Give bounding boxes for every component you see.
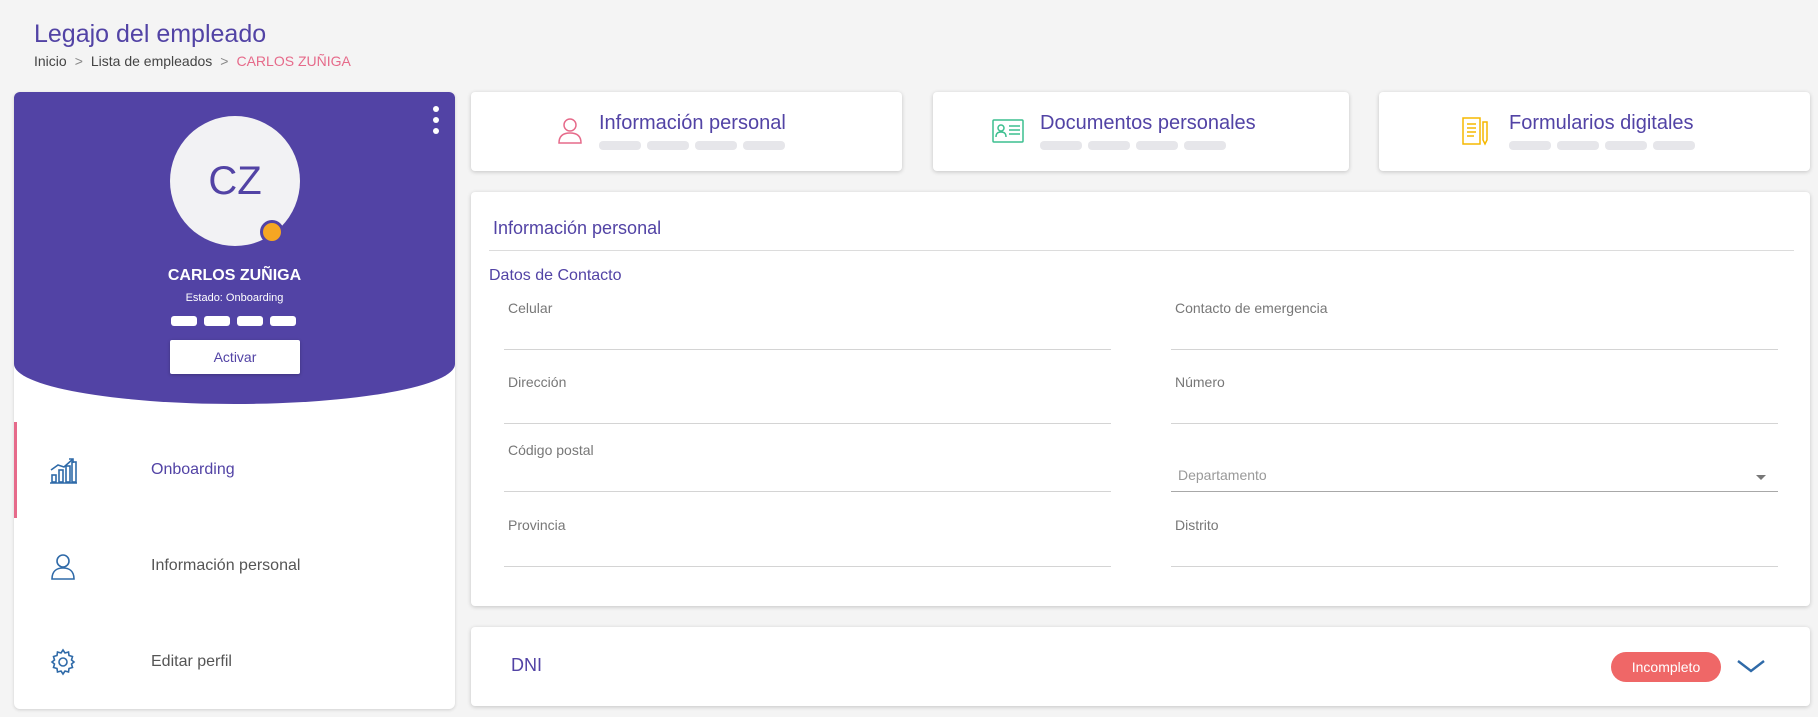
progress-pill [1557, 141, 1599, 150]
select-placeholder: Departamento [1178, 467, 1267, 483]
card-personal-info[interactable]: Información personal [471, 92, 902, 171]
activate-button[interactable]: Activar [170, 340, 300, 374]
progress-pill [695, 141, 737, 150]
breadcrumb: Inicio > Lista de empleados > CARLOS ZUÑ… [34, 53, 351, 69]
sidebar-item-personal-info[interactable]: Información personal [14, 518, 455, 614]
address-field: Dirección [504, 374, 1111, 436]
sidebar-item-edit-profile[interactable]: Editar perfil [14, 614, 455, 709]
progress-pill [1040, 141, 1082, 150]
progress-pill [647, 141, 689, 150]
page-title: Legajo del empleado [34, 20, 267, 48]
progress-pill [1088, 141, 1130, 150]
profile-header: CZ CARLOS ZUÑIGA Estado: Onboarding Acti… [14, 92, 455, 404]
breadcrumb-home[interactable]: Inicio [34, 53, 67, 69]
user-icon [558, 118, 582, 144]
sidebar-item-label: Editar perfil [151, 653, 232, 670]
province-input[interactable] [504, 537, 1111, 567]
field-label: Provincia [508, 517, 566, 533]
province-field: Provincia [504, 517, 1111, 579]
breadcrumb-separator: > [74, 53, 83, 69]
dni-panel[interactable]: DNI Incompleto [471, 627, 1810, 706]
chevron-down-icon[interactable] [1735, 655, 1767, 677]
field-label: Distrito [1175, 517, 1219, 533]
progress-pill [270, 316, 296, 326]
status-badge: Incompleto [1611, 652, 1721, 682]
field-label: Código postal [508, 442, 594, 458]
card-progress [1509, 141, 1695, 150]
breadcrumb-current: CARLOS ZUÑIGA [236, 53, 351, 69]
progress-pill [1184, 141, 1226, 150]
card-personal-documents[interactable]: Documentos personales [933, 92, 1349, 171]
breadcrumb-employee-list[interactable]: Lista de empleados [91, 53, 212, 69]
document-edit-icon [1462, 117, 1488, 146]
progress-pill [599, 141, 641, 150]
number-field: Número [1171, 374, 1778, 436]
card-label: Formularios digitales [1509, 112, 1694, 134]
emergency-contact-field: Contacto de emergencia [1171, 300, 1778, 362]
divider [489, 250, 1794, 251]
card-label: Documentos personales [1040, 112, 1256, 134]
chevron-down-icon [1756, 475, 1766, 480]
district-field: Distrito [1171, 517, 1778, 579]
sidebar-item-onboarding[interactable]: Onboarding [14, 422, 455, 518]
progress-pill [204, 316, 230, 326]
gear-icon [50, 648, 76, 676]
status-indicator [260, 220, 284, 244]
dni-title: DNI [511, 655, 542, 675]
id-card-icon [992, 119, 1024, 143]
progress-pill [171, 316, 197, 326]
progress-pill [1136, 141, 1178, 150]
profile-card: CZ CARLOS ZUÑIGA Estado: Onboarding Acti… [14, 92, 455, 709]
field-label: Dirección [508, 374, 567, 390]
personal-info-panel: Información personal Datos de Contacto C… [471, 192, 1810, 606]
progress-pill [1605, 141, 1647, 150]
breadcrumb-separator: > [220, 53, 229, 69]
field-label: Número [1175, 374, 1225, 390]
progress-pill [237, 316, 263, 326]
celular-input[interactable] [504, 320, 1111, 350]
user-icon [51, 554, 75, 580]
progress-pill [1509, 141, 1551, 150]
emergency-contact-input[interactable] [1171, 320, 1778, 350]
field-label: Contacto de emergencia [1175, 300, 1328, 316]
card-progress [1040, 141, 1226, 150]
postal-code-input[interactable] [504, 462, 1111, 492]
sidebar-item-label: Onboarding [151, 461, 235, 478]
more-vertical-icon[interactable] [431, 106, 441, 134]
side-nav: Onboarding Información personal Editar p… [14, 422, 455, 709]
card-progress [599, 141, 785, 150]
progress-pill [1653, 141, 1695, 150]
number-input[interactable] [1171, 394, 1778, 424]
department-select[interactable]: Departamento [1171, 460, 1778, 492]
celular-field: Celular [504, 300, 1111, 362]
progress-pill [743, 141, 785, 150]
card-digital-forms[interactable]: Formularios digitales [1379, 92, 1810, 171]
progress-pills [171, 316, 296, 326]
sidebar-item-label: Información personal [151, 557, 301, 574]
field-label: Celular [508, 300, 553, 316]
chart-growth-icon [50, 458, 77, 484]
postal-code-field: Código postal [504, 442, 1111, 504]
profile-status: Estado: Onboarding [185, 292, 284, 304]
panel-title: Información personal [493, 218, 662, 238]
district-input[interactable] [1171, 537, 1778, 567]
section-title: Datos de Contacto [489, 267, 622, 284]
address-input[interactable] [504, 394, 1111, 424]
card-label: Información personal [599, 112, 786, 134]
profile-name: CARLOS ZUÑIGA [167, 267, 302, 284]
